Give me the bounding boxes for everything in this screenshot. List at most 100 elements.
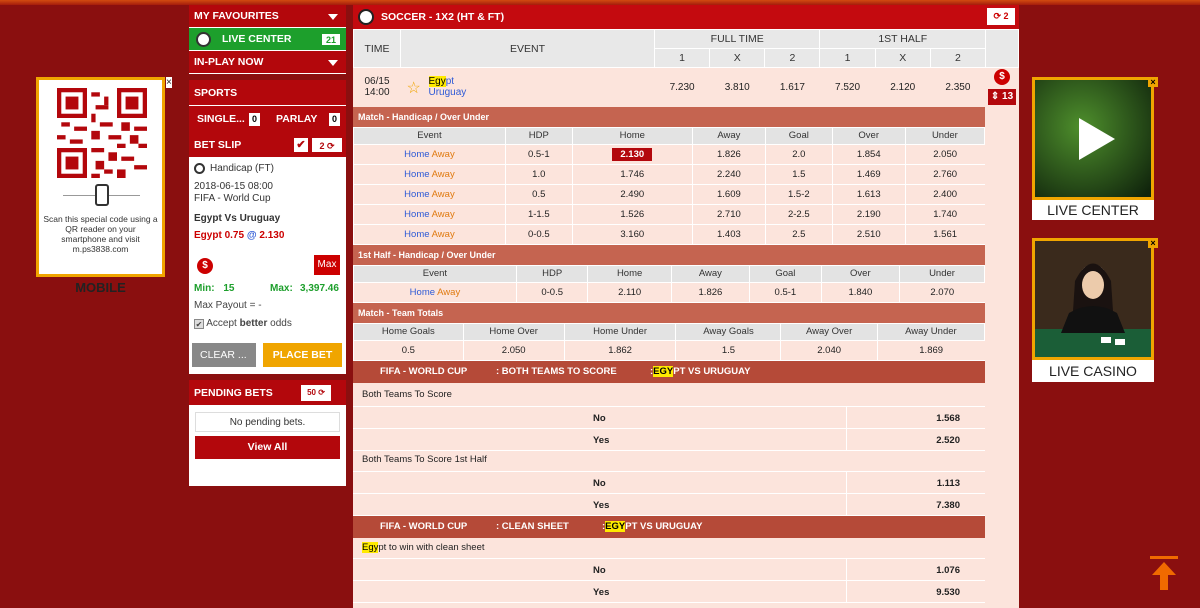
list-item[interactable]: No 1.568 <box>353 406 985 429</box>
more-markets-button[interactable]: ⇕ 13 <box>988 89 1016 106</box>
away-odds[interactable]: 1.403 <box>691 224 766 245</box>
away-odds[interactable]: 2.240 <box>691 164 766 185</box>
list-item[interactable]: Yes 2.520 <box>353 428 985 451</box>
under-odds[interactable]: 1.561 <box>904 224 985 245</box>
away-odds[interactable]: 1.826 <box>691 144 766 165</box>
over-odds[interactable]: 2.190 <box>831 204 906 225</box>
refresh-button[interactable]: 2 ⟳ <box>312 138 342 152</box>
close-icon[interactable]: × <box>1148 238 1158 248</box>
under-odds[interactable]: 2.760 <box>904 164 985 185</box>
team-totals-table: Home Goals Home Over Home Under Away Goa… <box>353 322 986 361</box>
odds-value[interactable]: 1.568 <box>936 413 960 424</box>
odds-ft-x[interactable]: 3.810 <box>709 67 765 107</box>
live-casino-promo[interactable]: × LIVE CASINO <box>1032 238 1158 383</box>
away-odds[interactable]: 1.609 <box>691 184 766 205</box>
bet-slip-label: BET SLIP <box>194 139 242 151</box>
home-odds[interactable]: 1.526 <box>571 204 693 225</box>
odds-value[interactable]: 9.530 <box>936 587 960 598</box>
max-button[interactable]: Max <box>314 255 340 275</box>
under-odds[interactable]: 2.050 <box>904 144 985 165</box>
mobile-label[interactable]: MOBILE <box>36 280 165 295</box>
under-odds[interactable]: 1.740 <box>904 204 985 225</box>
place-bet-button[interactable]: PLACE BET <box>263 343 342 367</box>
home-odds[interactable]: 3.160 <box>571 224 693 245</box>
favourite-star-icon[interactable]: ☆ <box>407 78 421 98</box>
selected-odds[interactable]: 2.130 <box>612 147 653 161</box>
selection-line: 0.75 <box>224 230 245 241</box>
scroll-top-icon[interactable] <box>1150 556 1178 590</box>
live-casino-image[interactable] <box>1032 238 1154 360</box>
odds-value[interactable]: 7.380 <box>936 500 960 511</box>
odds-value[interactable]: 2.520 <box>936 435 960 446</box>
under-odds[interactable]: 2.070 <box>899 282 985 303</box>
under-odds[interactable]: 2.400 <box>904 184 985 205</box>
match-event[interactable]: ☆ Egypt Uruguay <box>400 67 655 107</box>
in-play-now[interactable]: IN-PLAY NOW <box>189 51 346 74</box>
accept-better-odds[interactable]: ✔ Accept better odds <box>194 318 292 329</box>
list-item[interactable]: No 1.113 <box>353 471 985 494</box>
home-odds[interactable]: 1.746 <box>571 164 693 185</box>
live-center-menu-label: LIVE CENTER <box>222 33 292 45</box>
odds-ft-1[interactable]: 7.230 <box>654 67 710 107</box>
refresh-button[interactable]: ⟳ 2 <box>987 8 1015 25</box>
fh-col-over: Over <box>820 264 901 283</box>
goal-value: 1.5-2 <box>764 184 833 205</box>
checkbox-icon[interactable]: ✔ <box>194 319 204 329</box>
play-icon[interactable] <box>1035 80 1151 197</box>
away-odds[interactable]: 2.710 <box>691 204 766 225</box>
clear-button[interactable]: CLEAR ... <box>192 343 256 367</box>
my-favourites[interactable]: MY FAVOURITES <box>189 5 346 28</box>
goal-value: 1.5 <box>764 164 833 185</box>
home-odds[interactable]: 2.110 <box>587 282 672 303</box>
home-odds[interactable]: 2.130 <box>571 144 693 165</box>
odds-ht-x[interactable]: 2.120 <box>875 67 931 107</box>
mobile-promo[interactable]: Scan this special code using a QR reader… <box>36 77 172 303</box>
away-odds[interactable]: 1.826 <box>670 282 750 303</box>
list-item[interactable]: Yes 9.530 <box>353 580 985 603</box>
chevron-down-icon[interactable] <box>328 60 338 66</box>
close-icon[interactable]: × <box>166 77 172 88</box>
live-center-label[interactable]: LIVE CENTER <box>1032 200 1154 220</box>
section-btts: FIFA - WORLD CUP : BOTH TEAMS TO SCORE :… <box>353 360 985 383</box>
in-play-label: IN-PLAY NOW <box>194 56 264 68</box>
first-half-table: Event HDP Home Away Goal Over Under Home… <box>353 264 985 303</box>
odds-ft-2[interactable]: 1.617 <box>764 67 820 107</box>
odds-value[interactable]: 1.076 <box>936 565 960 576</box>
view-all-button[interactable]: View All <box>195 436 340 459</box>
list-item[interactable]: Yes 7.380 <box>353 493 985 516</box>
odds-ht-1[interactable]: 7.520 <box>819 67 876 107</box>
tab-single[interactable]: SINGLE... <box>197 106 245 132</box>
fh-col-hdp: HDP <box>515 264 589 283</box>
pending-refresh-button[interactable]: 50 ⟳ <box>301 385 331 401</box>
dollar-icon[interactable]: $ <box>994 69 1010 86</box>
home-under-odds[interactable]: 1.862 <box>563 340 676 361</box>
chevron-down-icon[interactable] <box>328 14 338 20</box>
away-label: Away <box>431 168 455 180</box>
away-under-odds[interactable]: 1.869 <box>876 340 985 361</box>
over-odds[interactable]: 2.510 <box>831 224 906 245</box>
over-odds[interactable]: 1.613 <box>831 184 906 205</box>
tt-col-home-goals: Home Goals <box>353 322 464 341</box>
over-odds[interactable]: 1.469 <box>831 164 906 185</box>
odds-value[interactable]: 1.113 <box>937 478 960 489</box>
over-odds[interactable]: 1.840 <box>820 282 900 303</box>
tab-parlay[interactable]: PARLAY <box>276 106 317 132</box>
list-item[interactable]: No 1.076 <box>353 558 985 581</box>
close-icon[interactable]: × <box>1148 77 1158 87</box>
over-odds[interactable]: 1.854 <box>831 144 906 165</box>
live-casino-label[interactable]: LIVE CASINO <box>1032 360 1154 382</box>
odds-ht-2[interactable]: 2.350 <box>930 67 986 107</box>
more-count: 13 <box>1002 91 1014 103</box>
cs-team-hl: EGY <box>605 520 626 532</box>
hdp-col-goal: Goal <box>764 126 833 145</box>
live-center-video[interactable] <box>1032 77 1154 200</box>
away-over-odds[interactable]: 2.040 <box>780 340 878 361</box>
live-center-menu[interactable]: LIVE CENTER 21 <box>189 28 346 51</box>
bet-slip-count: 2 <box>319 141 325 151</box>
home-odds[interactable]: 2.490 <box>571 184 693 205</box>
checkbox-icon[interactable]: ✔ <box>294 138 308 152</box>
sports-menu[interactable]: SPORTS <box>189 80 346 106</box>
dollar-icon[interactable]: $ <box>197 258 213 274</box>
home-over-odds[interactable]: 2.050 <box>462 340 565 361</box>
live-center-promo[interactable]: × LIVE CENTER <box>1032 77 1158 222</box>
